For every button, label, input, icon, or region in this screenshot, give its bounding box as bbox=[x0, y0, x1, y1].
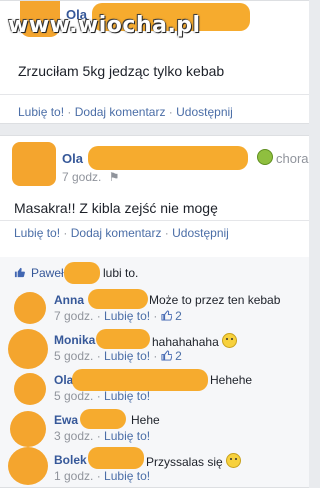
post-text: Masakra!! Z kibla zejść nie mogę bbox=[14, 200, 218, 216]
thumbs-up-icon bbox=[14, 267, 25, 278]
censor-blur bbox=[88, 146, 248, 170]
censor-blur bbox=[80, 409, 126, 429]
comment-like-count[interactable]: 2 bbox=[175, 309, 182, 323]
likes-suffix: lubi to. bbox=[103, 266, 139, 280]
surprised-emoji-icon bbox=[226, 453, 242, 468]
comment-like-button[interactable]: Lubię to! bbox=[104, 389, 150, 403]
separator: · bbox=[63, 226, 71, 240]
comment-button[interactable]: Dodaj komentarz bbox=[71, 226, 162, 240]
likes-summary: Paweł lubi to. bbox=[0, 257, 309, 289]
liker-name[interactable]: Paweł bbox=[31, 266, 64, 280]
avatar[interactable] bbox=[14, 373, 46, 405]
comments-list: Anna Może to przez ten kebab 7 godz. · L… bbox=[0, 289, 309, 487]
comment: Ewa Hehe 3 godz. · Lubię to! bbox=[0, 409, 309, 447]
like-button[interactable]: Lubię to! bbox=[14, 226, 60, 240]
comment: Bolek Przyssalas się 1 godz. · Lubię to! bbox=[0, 447, 309, 487]
comment-time[interactable]: 1 godz. bbox=[54, 469, 93, 483]
comment-meta: 5 godz. · Lubię to! · 2 bbox=[54, 349, 182, 363]
avatar[interactable] bbox=[14, 292, 46, 324]
comment: Ola Hehehe 5 godz. · Lubię to! bbox=[0, 369, 309, 409]
comment-time[interactable]: 7 godz. bbox=[54, 309, 93, 323]
censor-blur bbox=[72, 369, 208, 391]
post-card-1: Ola www.wiocha.pl Zrzuciłam 5kg jedząc t… bbox=[0, 0, 309, 124]
smile-emoji-icon bbox=[222, 333, 238, 348]
feeling-status: chora bbox=[276, 151, 309, 166]
comment-text: Hehe bbox=[131, 413, 160, 427]
comment-author[interactable]: Bolek bbox=[54, 453, 87, 467]
separator: · bbox=[67, 105, 75, 119]
comment-author[interactable]: Ewa bbox=[54, 413, 78, 427]
comment-text-value: hahahahaha bbox=[152, 335, 219, 349]
comment-like-button[interactable]: Lubię to! bbox=[104, 469, 150, 483]
post-actions: Lubię to! · Dodaj komentarz · Udostępnij bbox=[14, 226, 229, 240]
avatar[interactable] bbox=[12, 142, 56, 186]
censor-blur bbox=[88, 289, 148, 309]
globe-icon: ⚑ bbox=[108, 170, 120, 184]
comment-meta: 5 godz. · Lubię to! bbox=[54, 389, 151, 403]
comment-button[interactable]: Dodaj komentarz bbox=[75, 105, 166, 119]
share-button[interactable]: Udostępnij bbox=[172, 226, 229, 240]
comment-author[interactable]: Anna bbox=[54, 293, 84, 307]
like-button[interactable]: Lubię to! bbox=[18, 105, 64, 119]
post-author-name[interactable]: Ola bbox=[62, 151, 83, 166]
comment-like-count[interactable]: 2 bbox=[175, 349, 182, 363]
comment-text: hahahahaha bbox=[152, 333, 238, 349]
post-timestamp[interactable]: 7 godz. ⚑ bbox=[62, 170, 119, 184]
comment-text: Może to przez ten kebab bbox=[149, 293, 281, 307]
comment-author[interactable]: Ola bbox=[54, 373, 73, 387]
post-text: Zrzuciłam 5kg jedząc tylko kebab bbox=[18, 63, 225, 79]
sick-face-icon bbox=[257, 149, 273, 165]
censor-blur bbox=[64, 262, 100, 284]
post-card-2: Ola chora 7 godz. ⚑ Masakra!! Z kibla ze… bbox=[0, 135, 309, 488]
comment: Anna Może to przez ten kebab 7 godz. · L… bbox=[0, 289, 309, 329]
share-button[interactable]: Udostępnij bbox=[176, 105, 233, 119]
avatar[interactable] bbox=[8, 447, 48, 485]
comment-time[interactable]: 3 godz. bbox=[54, 429, 93, 443]
post-actions: Lubię to! · Dodaj komentarz · Udostępnij bbox=[18, 105, 233, 119]
thumbs-up-icon bbox=[161, 310, 172, 321]
comment-meta: 3 godz. · Lubię to! bbox=[54, 429, 151, 443]
censor-blur bbox=[96, 329, 150, 349]
watermark-logo: www.wiocha.pl bbox=[8, 13, 201, 38]
comment-text: Przyssalas się bbox=[146, 453, 242, 469]
comment-meta: 1 godz. · Lubię to! bbox=[54, 469, 151, 483]
comment-time[interactable]: 5 godz. bbox=[54, 349, 93, 363]
comment: Monika hahahahaha 5 godz. · Lubię to! · … bbox=[0, 329, 309, 369]
comment-text-value: Przyssalas się bbox=[146, 455, 223, 469]
divider bbox=[0, 94, 309, 95]
divider bbox=[0, 220, 309, 221]
avatar[interactable] bbox=[10, 411, 46, 447]
comment-like-button[interactable]: Lubię to! bbox=[104, 429, 150, 443]
thumbs-up-icon bbox=[161, 350, 172, 361]
comment-meta: 7 godz. · Lubię to! · 2 bbox=[54, 309, 182, 323]
comment-author[interactable]: Monika bbox=[54, 333, 95, 347]
timestamp-text: 7 godz. bbox=[62, 170, 102, 184]
comment-like-button[interactable]: Lubię to! bbox=[104, 349, 150, 363]
comment-like-button[interactable]: Lubię to! bbox=[104, 309, 150, 323]
comment-text: Hehehe bbox=[210, 373, 253, 387]
avatar[interactable] bbox=[8, 329, 48, 369]
comment-time[interactable]: 5 godz. bbox=[54, 389, 93, 403]
censor-blur bbox=[88, 447, 144, 469]
